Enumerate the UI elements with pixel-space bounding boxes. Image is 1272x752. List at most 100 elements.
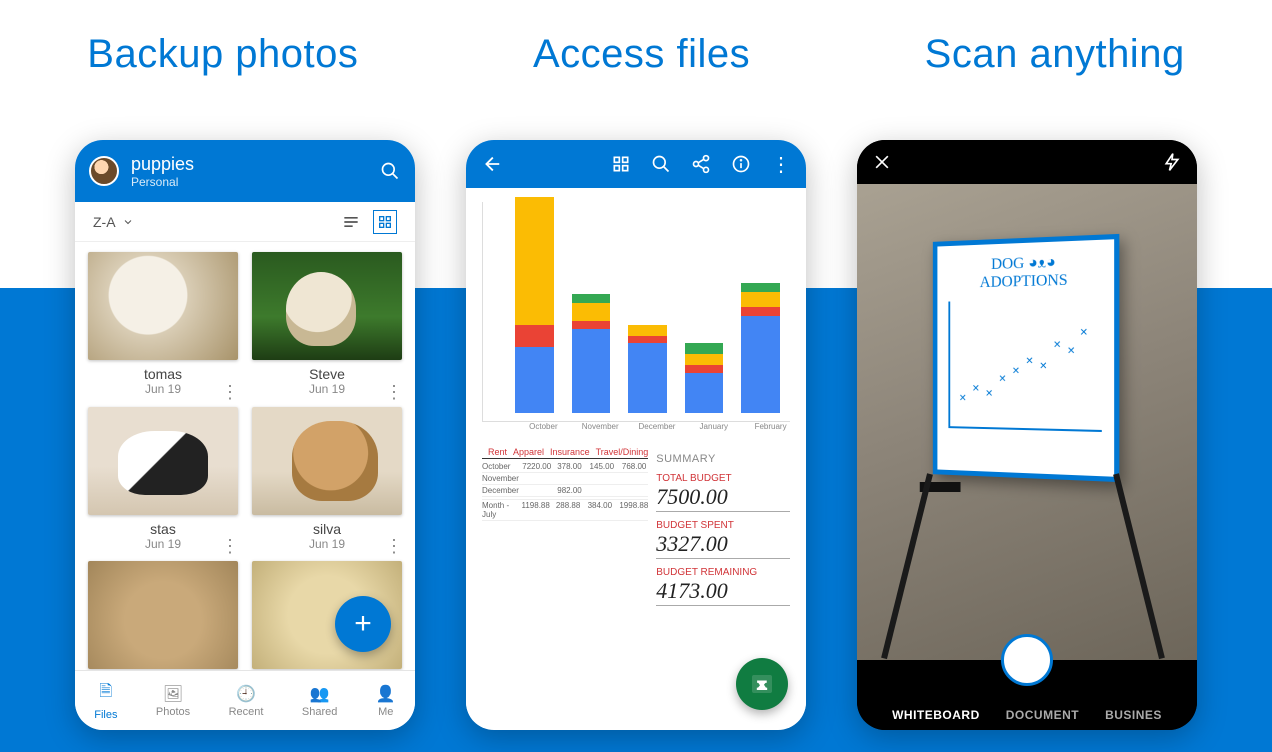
chart-bar — [741, 283, 780, 413]
folder-title: puppies — [131, 154, 367, 175]
table-row: Month - July1198.88288.88384.001998.88 — [482, 500, 648, 521]
photo-cell[interactable] — [85, 561, 241, 672]
total-budget-label: TOTAL BUDGET — [656, 473, 790, 484]
photo-thumb — [252, 407, 402, 515]
chevron-down-icon — [122, 216, 134, 228]
budget-spent-value: 3327.00 — [656, 531, 790, 559]
files-header: puppies Personal — [75, 140, 415, 202]
summary-title: SUMMARY — [656, 453, 790, 465]
people-icon: 👥 — [310, 684, 330, 704]
photo-icon: 🖼 — [163, 684, 183, 704]
mode-business[interactable]: BUSINES — [1105, 708, 1162, 722]
photo-cell[interactable]: Steve Jun 19 ⋮ — [249, 252, 405, 399]
photo-thumb — [88, 407, 238, 515]
shutter-button[interactable] — [1001, 634, 1053, 686]
photo-name: tomas — [85, 366, 241, 382]
excel-open-button[interactable]: X — [736, 658, 788, 710]
overflow-icon[interactable]: ⋮ — [770, 153, 792, 175]
nav-me[interactable]: 👤 Me — [376, 684, 396, 718]
budget-remaining-label: BUDGET REMAINING — [656, 567, 790, 578]
table-row: October7220.00378.00145.00768.00 — [482, 461, 648, 473]
dog-face-icon: ◕ᴥ◕ — [1028, 254, 1055, 272]
sort-bar: Z-A — [75, 202, 415, 242]
photo-date: Jun 19 — [249, 382, 405, 396]
chart-category: February — [751, 422, 790, 431]
search-icon[interactable] — [650, 153, 672, 175]
chart-bar — [685, 343, 724, 413]
chart-bar — [515, 197, 554, 413]
nav-label: Shared — [302, 706, 337, 718]
heading-scan: Scan anything — [925, 32, 1185, 77]
nav-shared[interactable]: 👥 Shared — [302, 684, 337, 718]
table-row: November — [482, 473, 648, 485]
budget-table: RentApparelInsuranceTravel/Dining Octobe… — [482, 447, 648, 606]
list-view-icon[interactable] — [339, 210, 363, 234]
budget-remaining-value: 4173.00 — [656, 578, 790, 606]
headings-row: Backup photos Access files Scan anything — [0, 32, 1272, 77]
photo-name: Steve — [249, 366, 405, 382]
scan-modes: WHITEBOARD DOCUMENT BUSINES — [857, 708, 1197, 722]
photo-date: Jun 19 — [85, 537, 241, 551]
more-icon[interactable]: ⋮ — [385, 389, 403, 395]
sort-dropdown[interactable]: Z-A — [93, 214, 134, 230]
file-toolbar: ⋮ — [466, 140, 806, 188]
nav-photos[interactable]: 🖼 Photos — [156, 684, 190, 718]
mode-document[interactable]: DOCUMENT — [1006, 708, 1079, 722]
avatar[interactable] — [89, 156, 119, 186]
photo-date: Jun 19 — [85, 382, 241, 396]
clock-icon: 🕘 — [236, 684, 256, 704]
photo-thumb — [88, 561, 238, 669]
chart-bar — [572, 294, 611, 413]
nav-label: Me — [378, 706, 393, 718]
chart-category: October — [524, 422, 563, 431]
easel-stand — [923, 474, 1123, 644]
more-icon[interactable]: ⋮ — [385, 543, 403, 549]
photo-cell[interactable]: stas Jun 19 ⋮ — [85, 407, 241, 554]
more-icon[interactable]: ⋮ — [221, 543, 239, 549]
photo-cell[interactable]: tomas Jun 19 ⋮ — [85, 252, 241, 399]
search-icon[interactable] — [379, 160, 401, 182]
whiteboard-chart: ✕✕ ✕✕ ✕✕ ✕✕ ✕✕ — [948, 299, 1101, 433]
grid-view-icon[interactable] — [373, 210, 397, 234]
camera-viewfinder[interactable]: DOG ◕ᴥ◕ADOPTIONS ✕✕ ✕✕ ✕✕ ✕✕ ✕✕ — [857, 184, 1197, 660]
photo-cell[interactable]: silva Jun 19 ⋮ — [249, 407, 405, 554]
chart-category: January — [694, 422, 733, 431]
chart-category: November — [581, 422, 620, 431]
heading-backup: Backup photos — [87, 32, 358, 77]
table-row: December982.00 — [482, 485, 648, 497]
close-icon[interactable] — [871, 151, 893, 173]
svg-text:X: X — [758, 678, 767, 692]
nav-label: Files — [94, 709, 117, 721]
chart-category: December — [638, 422, 677, 431]
mode-whiteboard[interactable]: WHITEBOARD — [892, 708, 980, 722]
account-label: Personal — [131, 175, 367, 189]
more-icon[interactable]: ⋮ — [221, 389, 239, 395]
nav-files[interactable]: 🗎 Files — [94, 680, 117, 721]
heading-access: Access files — [533, 32, 750, 77]
chart-category-labels: October November December January February — [482, 422, 790, 431]
sort-label: Z-A — [93, 214, 116, 230]
document-preview[interactable]: October November December January February R… — [466, 188, 806, 728]
file-icon: 🗎 — [99, 680, 112, 707]
info-icon[interactable] — [730, 153, 752, 175]
grid-icon[interactable] — [610, 153, 632, 175]
nav-recent[interactable]: 🕘Recent — [229, 684, 264, 718]
add-button[interactable]: + — [335, 596, 391, 652]
flash-icon[interactable] — [1161, 151, 1183, 173]
back-icon[interactable] — [480, 153, 502, 175]
photo-date: Jun 19 — [249, 537, 405, 551]
person-icon: 👤 — [376, 684, 396, 704]
chart-bar — [628, 325, 667, 413]
photo-thumb — [252, 252, 402, 360]
camera-bottom-bar: WHITEBOARD DOCUMENT BUSINES — [857, 660, 1197, 730]
bottom-nav: 🗎 Files 🖼 Photos 🕘Recent 👥 Shared 👤 Me — [75, 670, 415, 730]
phone-backup-photos: puppies Personal Z-A — [75, 140, 415, 730]
photo-thumb — [88, 252, 238, 360]
share-icon[interactable] — [690, 153, 712, 175]
budget-chart — [482, 202, 790, 422]
nav-label: Photos — [156, 706, 190, 718]
phone-scan: DOG ◕ᴥ◕ADOPTIONS ✕✕ ✕✕ ✕✕ ✕✕ ✕✕ WHITEB — [857, 140, 1197, 730]
whiteboard-line2: ADOPTIONS — [980, 271, 1068, 290]
budget-summary: SUMMARY TOTAL BUDGET 7500.00 BUDGET SPEN… — [656, 447, 790, 606]
detected-whiteboard: DOG ◕ᴥ◕ADOPTIONS ✕✕ ✕✕ ✕✕ ✕✕ ✕✕ — [933, 234, 1120, 482]
